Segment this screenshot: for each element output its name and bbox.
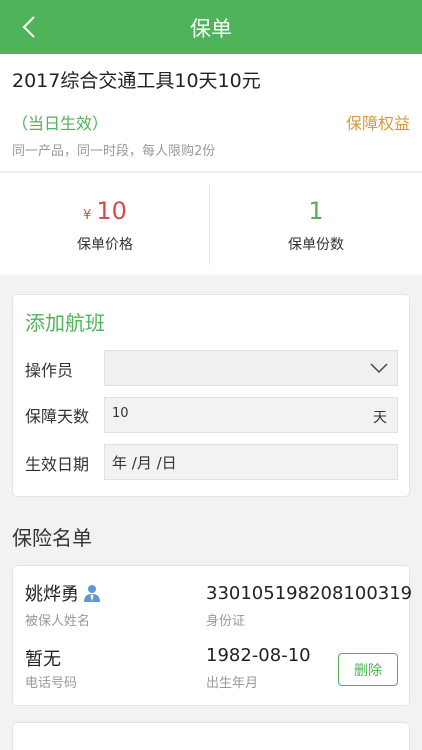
operator-select[interactable] bbox=[104, 350, 398, 386]
add-flight-card: 添加航班 操作员 保障天数 10 天 生效日期 年 /月 /日 bbox=[12, 294, 410, 497]
policy-price: 10 bbox=[96, 197, 127, 225]
birth-label: 出生年月 bbox=[206, 676, 259, 691]
coverage-days-input[interactable]: 10 天 bbox=[104, 397, 398, 433]
effective-date-input[interactable]: 年 /月 /日 bbox=[104, 444, 398, 480]
effective-date-label: 生效日期 bbox=[25, 455, 90, 474]
policy-count: 1 bbox=[308, 197, 324, 225]
delete-button[interactable]: 删除 bbox=[338, 653, 398, 686]
date-placeholder: 年 /月 /日 bbox=[112, 454, 177, 472]
add-flight-title: 添加航班 bbox=[25, 311, 105, 335]
operator-label: 操作员 bbox=[25, 361, 74, 380]
price-stat: ¥ 10 保单价格 bbox=[0, 173, 210, 276]
stats-divider bbox=[209, 185, 210, 265]
count-stat: 1 保单份数 bbox=[211, 173, 421, 276]
coverage-days-label: 保障天数 bbox=[25, 407, 90, 426]
insured-name-line: 姚烨勇 bbox=[25, 580, 101, 606]
chevron-down-icon bbox=[370, 363, 388, 374]
days-unit: 天 bbox=[373, 410, 387, 426]
birth-date: 1982-08-10 bbox=[206, 645, 311, 666]
page-title: 保单 bbox=[190, 17, 232, 41]
policy-stats: ¥ 10 保单价格 1 保单份数 bbox=[0, 172, 422, 275]
app-header: 保单 bbox=[0, 0, 422, 54]
insured-person-card: 姚烨勇 被保人姓名 330105198208100319 身份证 暂无 电话号码… bbox=[12, 565, 413, 706]
person-icon bbox=[84, 585, 100, 602]
currency-symbol: ¥ bbox=[83, 208, 92, 223]
insured-name-label: 被保人姓名 bbox=[25, 614, 91, 629]
effective-note: （当日生效） bbox=[12, 114, 109, 133]
purchase-limit-note: 同一产品，同一时段，每人限购2份 bbox=[12, 144, 216, 159]
id-label: 身份证 bbox=[206, 614, 246, 629]
product-info: 2017综合交通工具10天10元 （当日生效） 保障权益 同一产品，同一时段，每… bbox=[0, 54, 422, 171]
price-line: ¥ 10 bbox=[0, 197, 210, 225]
insured-name: 姚烨勇 bbox=[25, 584, 79, 605]
next-card bbox=[12, 722, 410, 750]
id-number: 330105198208100319 bbox=[206, 583, 413, 604]
coverage-rights-link[interactable]: 保障权益 bbox=[346, 110, 410, 134]
phone-value: 暂无 bbox=[25, 649, 61, 670]
coverage-days-value: 10 bbox=[112, 406, 129, 421]
price-label: 保单价格 bbox=[77, 237, 133, 253]
insured-list-heading: 保险名单 bbox=[12, 526, 92, 550]
count-label: 保单份数 bbox=[288, 237, 344, 253]
phone-label: 电话号码 bbox=[25, 676, 78, 691]
product-name: 2017综合交通工具10天10元 bbox=[12, 70, 261, 92]
